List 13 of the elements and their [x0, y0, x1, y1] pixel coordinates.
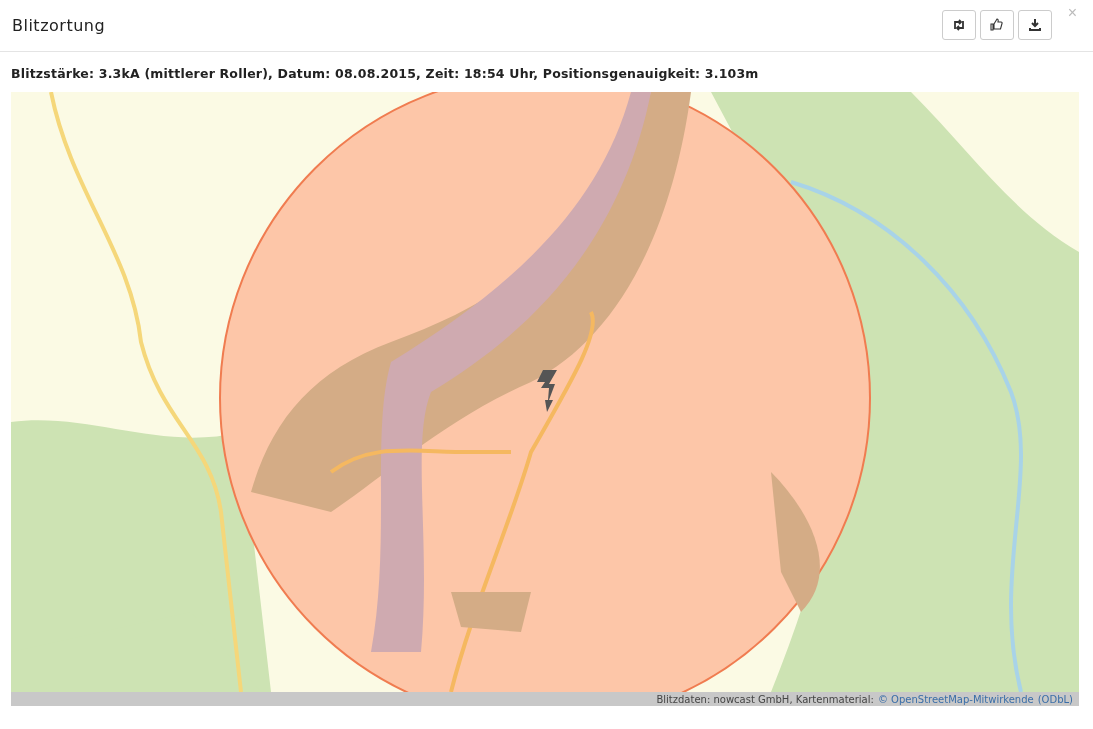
share-button[interactable]: [941, 9, 976, 40]
download-icon: [1028, 18, 1041, 31]
license-link[interactable]: (ODbL): [1037, 693, 1073, 705]
download-button[interactable]: [1017, 9, 1052, 40]
thumbs-up-icon: [990, 18, 1004, 31]
dialog-title: Blitzortung: [12, 16, 106, 35]
lightning-bolt-icon: [535, 370, 557, 412]
close-button[interactable]: ×: [1063, 3, 1081, 22]
strike-info: Blitzstärke: 3.3kA (mittlerer Roller), Datum: 08.08.2015, Zeit: 18:54 Uhr, Positionsgenauigkeit: 3.103m: [11, 66, 760, 81]
repost-icon: [951, 18, 966, 31]
openstreetmap-link[interactable]: © OpenStreetMap-Mitwirkende: [877, 693, 1034, 705]
like-button[interactable]: [979, 9, 1014, 40]
attribution-text: Blitzdaten: nowcast GmbH, Kartenmaterial:: [656, 693, 874, 705]
